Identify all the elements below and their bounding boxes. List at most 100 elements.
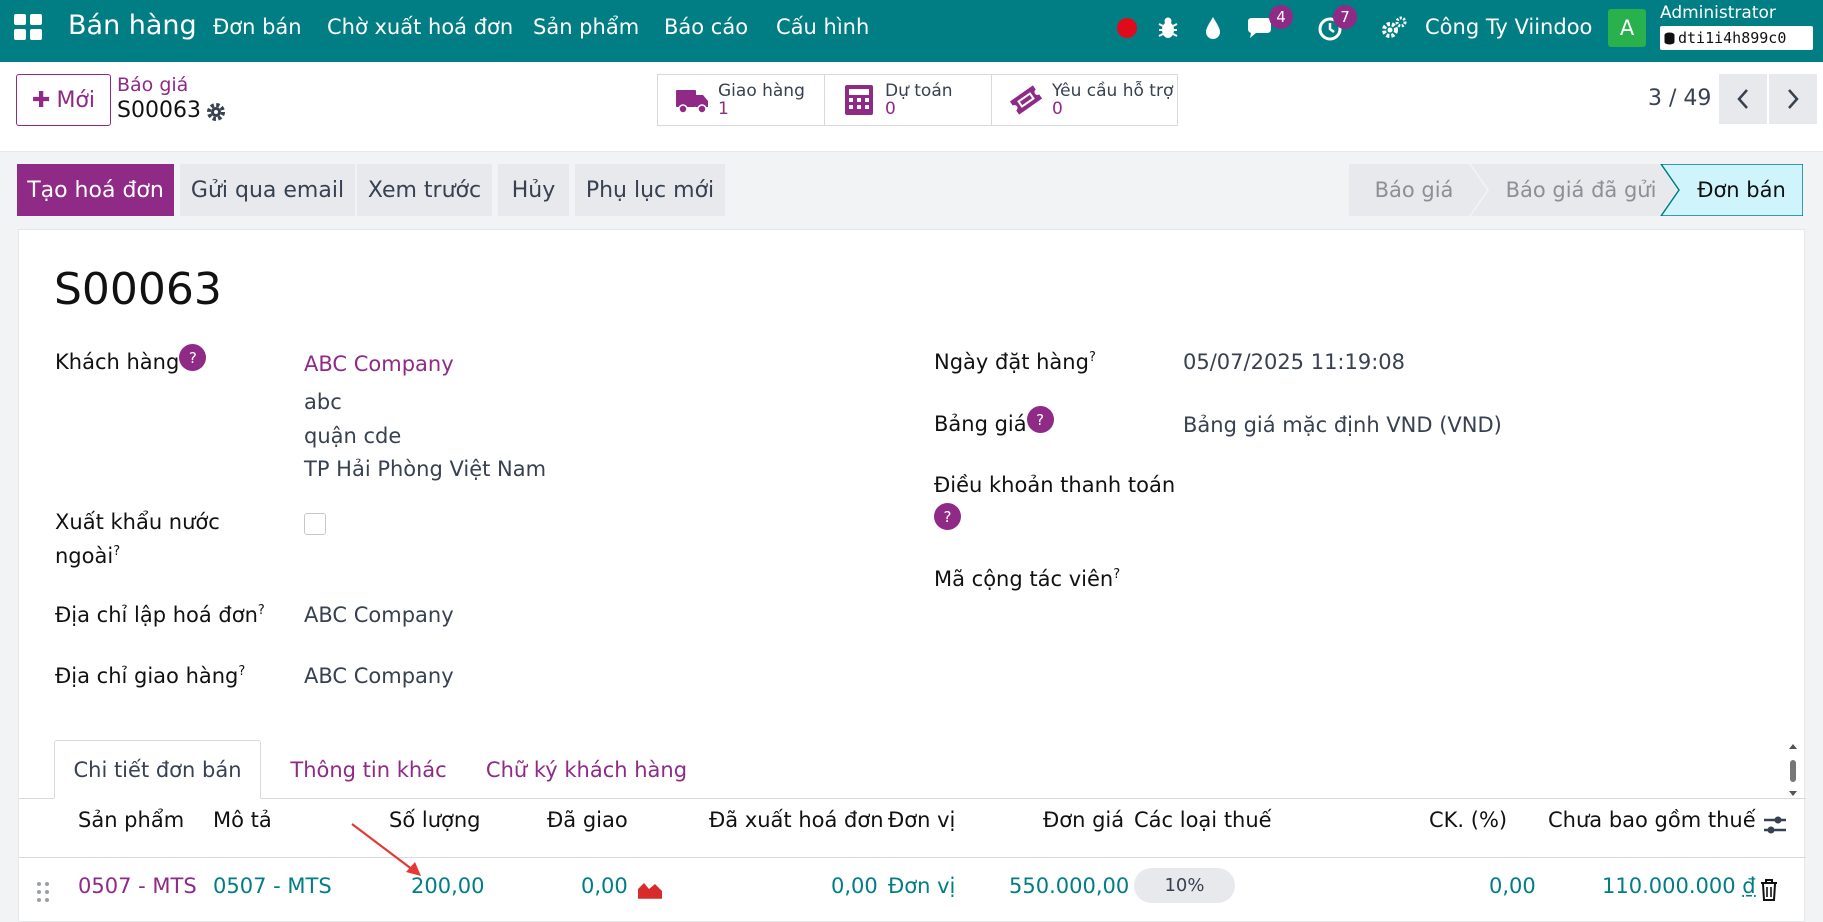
menu-sales-orders[interactable]: Đơn bán (213, 15, 302, 39)
smart-button-label: Dự toán (885, 81, 953, 101)
smart-button-delivery[interactable]: Giao hàng 1 (657, 74, 825, 126)
line-subtotal[interactable]: 110.000.000 ₫ (1602, 874, 1756, 898)
database-name: dti1i4h899c0 (1660, 26, 1813, 50)
tab-order-lines[interactable]: Chi tiết đơn bán (54, 740, 261, 799)
pager-next-button[interactable] (1769, 74, 1817, 124)
gear-icon[interactable] (205, 101, 227, 123)
order-date-field[interactable]: 05/07/2025 11:19:08 (1183, 350, 1405, 374)
app-brand[interactable]: Bán hàng (68, 10, 197, 41)
send-email-button[interactable]: Gửi qua email (180, 164, 355, 216)
column-header-unit-price[interactable]: Đơn giá (1043, 808, 1124, 832)
tab-other-info[interactable]: Thông tin khác (281, 740, 456, 799)
record-dot-icon[interactable] (1117, 18, 1137, 38)
top-navbar: Bán hàng Đơn bán Chờ xuất hoá đơn Sản ph… (0, 0, 1823, 62)
new-addendum-button[interactable]: Phụ lục mới (575, 164, 725, 216)
control-panel: ✚ Mới Báo giá S00063 Giao hàng 1 Dự toán… (0, 62, 1823, 152)
ticket-icon (1009, 85, 1043, 115)
new-button[interactable]: ✚ Mới (16, 74, 111, 126)
new-button-label: Mới (56, 87, 95, 113)
line-description[interactable]: 0507 - MTS (213, 874, 332, 898)
preview-button[interactable]: Xem trước (357, 164, 492, 216)
pager-previous-button[interactable] (1719, 74, 1767, 124)
help-tooltip-mark[interactable]: ? (238, 664, 245, 679)
user-name[interactable]: Administrator (1660, 3, 1776, 23)
customer-address-line: TP Hải Phòng Việt Nam (304, 457, 547, 481)
optional-columns-icon[interactable] (1762, 813, 1788, 837)
referrer-label: Mã cộng tác viên? (934, 567, 1120, 591)
messages-badge: 4 (1269, 5, 1293, 29)
line-discount[interactable]: 0,00 (1489, 874, 1536, 898)
order-date-label-text: Ngày đặt hàng (934, 350, 1089, 374)
pager-value[interactable]: 3 / 49 (1648, 86, 1711, 111)
column-header-uom[interactable]: Đơn vị (888, 808, 955, 832)
line-subtotal-value: 110.000.000 (1602, 874, 1736, 898)
export-label-line1: Xuất khẩu nước (55, 510, 220, 534)
create-invoice-button[interactable]: Tạo hoá đơn (17, 164, 174, 216)
plus-icon: ✚ (32, 87, 51, 113)
forecast-chart-icon[interactable] (637, 879, 663, 899)
company-switcher[interactable]: Công Ty Viindoo (1425, 15, 1592, 39)
menu-reporting[interactable]: Báo cáo (664, 15, 748, 39)
column-header-product[interactable]: Sản phẩm (78, 808, 184, 832)
line-delivered[interactable]: 0,00 (581, 874, 628, 898)
user-avatar[interactable]: A (1608, 9, 1646, 47)
line-unit-price[interactable]: 550.000,00 (1009, 874, 1129, 898)
column-header-taxes[interactable]: Các loại thuế (1134, 808, 1272, 832)
database-name-text: dti1i4h899c0 (1678, 29, 1787, 47)
column-header-delivered[interactable]: Đã giao (547, 808, 628, 832)
help-icon[interactable]: ? (179, 344, 207, 371)
column-header-description[interactable]: Mô tả (213, 808, 272, 832)
database-icon (1664, 32, 1675, 44)
delivery-address-label-text: Địa chỉ giao hàng (55, 664, 239, 688)
referrer-label-text: Mã cộng tác viên (934, 567, 1114, 591)
help-icon[interactable]: ? (934, 503, 961, 530)
pricelist-label: Bảng giá? (934, 406, 1054, 436)
line-invoiced[interactable]: 0,00 (831, 874, 878, 898)
help-icon[interactable]: ? (1026, 406, 1054, 433)
trash-icon[interactable] (1759, 878, 1779, 902)
pricelist-label-text: Bảng giá (934, 412, 1027, 436)
invoice-address-label: Địa chỉ lập hoá đơn? (55, 603, 265, 627)
scrollbar[interactable] (1787, 742, 1799, 798)
customer-field[interactable]: ABC Company (304, 352, 454, 376)
currency-symbol: ₫ (1742, 874, 1756, 898)
menu-to-invoice[interactable]: Chờ xuất hoá đơn (327, 15, 513, 39)
smart-button-value: 0 (1052, 99, 1063, 119)
help-tooltip-mark[interactable]: ? (1113, 567, 1120, 582)
line-uom[interactable]: Đơn vị (888, 874, 955, 898)
line-tax-tag[interactable]: 10% (1134, 868, 1235, 903)
form-sheet: S00063 Khách hàng? ABC Company abc quận … (18, 229, 1806, 922)
water-drop-icon[interactable] (1196, 11, 1230, 45)
settings-gears-icon[interactable] (1377, 11, 1411, 45)
help-tooltip-mark[interactable]: ? (258, 603, 265, 618)
pricelist-field[interactable]: Bảng giá mặc định VND (VND) (1183, 413, 1502, 437)
menu-configuration[interactable]: Cấu hình (776, 15, 869, 39)
stage-quotation-sent[interactable]: Báo giá đã gửi (1484, 164, 1678, 216)
smart-button-estimate[interactable]: Dự toán 0 (824, 74, 992, 126)
column-header-discount[interactable]: CK. (%) (1429, 808, 1507, 832)
action-status-bar: Tạo hoá đơn Gửi qua email Xem trước Hủy … (0, 152, 1823, 226)
stage-sales-order[interactable]: Đơn bán (1680, 164, 1803, 216)
drag-handle-icon[interactable] (36, 881, 50, 903)
column-header-invoiced[interactable]: Đã xuất hoá đơn (709, 808, 884, 832)
bug-icon[interactable] (1151, 11, 1185, 45)
help-tooltip-mark[interactable]: ? (113, 544, 120, 559)
tab-customer-signature[interactable]: Chữ ký khách hàng (474, 740, 699, 799)
calculator-icon (845, 85, 873, 115)
delivery-address-field[interactable]: ABC Company (304, 664, 454, 688)
menu-products[interactable]: Sản phẩm (533, 15, 639, 39)
help-tooltip-mark[interactable]: ? (1089, 350, 1096, 365)
invoice-address-field[interactable]: ABC Company (304, 603, 454, 627)
customer-label-text: Khách hàng (55, 350, 180, 374)
line-product[interactable]: 0507 - MTS (78, 874, 197, 898)
customer-address-line: abc (304, 390, 342, 414)
customer-address-line: quận cde (304, 424, 402, 448)
export-checkbox[interactable] (304, 513, 326, 535)
breadcrumb-parent[interactable]: Báo giá (117, 74, 188, 96)
column-header-subtotal[interactable]: Chưa bao gồm thuế (1548, 808, 1756, 832)
cancel-button[interactable]: Hủy (498, 164, 569, 216)
stage-quotation[interactable]: Báo giá (1349, 164, 1479, 216)
chevron-right-icon (1788, 89, 1799, 109)
apps-menu-icon[interactable] (14, 14, 42, 40)
smart-button-support-tickets[interactable]: Yêu cầu hỗ trợ 0 (991, 74, 1178, 126)
